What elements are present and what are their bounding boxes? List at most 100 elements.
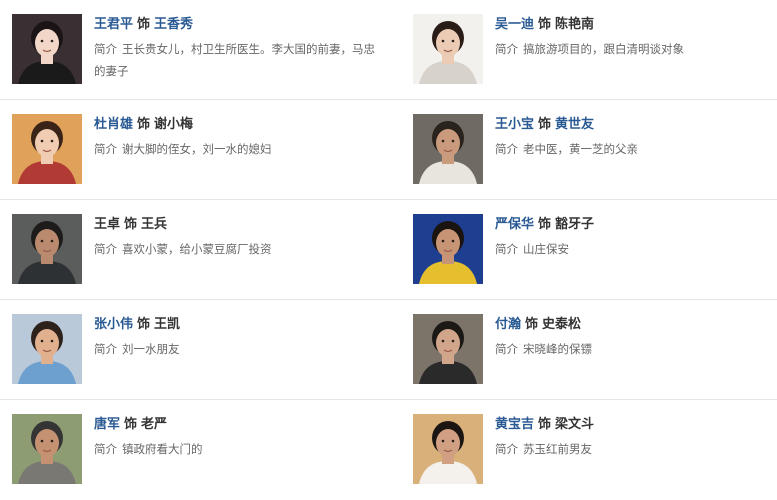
cast-card: 王小宝饰黄世友 简介 老中医，黄一芝的父亲 bbox=[413, 114, 777, 186]
cast-card: 黄宝吉饰梁文斗 简介 苏玉红前男友 bbox=[413, 414, 777, 486]
actor-photo-icon[interactable] bbox=[413, 114, 483, 184]
role-word: 饰 bbox=[137, 317, 151, 332]
description-label: 简介 bbox=[94, 42, 117, 56]
actress-photo-icon[interactable] bbox=[413, 14, 483, 84]
cast-title: 杜肖雄饰谢小梅 bbox=[94, 114, 382, 136]
cast-info: 黄宝吉饰梁文斗 简介 苏玉红前男友 bbox=[495, 414, 777, 460]
role-name: 王凯 bbox=[154, 317, 181, 332]
actor-photo-icon[interactable] bbox=[413, 214, 483, 284]
role-name-link[interactable]: 王香秀 bbox=[154, 17, 193, 32]
cast-info: 杜肖雄饰谢小梅 简介 谢大脚的侄女，刘一水的媳妇 bbox=[94, 114, 382, 160]
role-word: 饰 bbox=[137, 17, 151, 32]
photo-wrapper[interactable] bbox=[413, 14, 483, 84]
actor-name-link[interactable]: 黄宝吉 bbox=[495, 417, 534, 432]
photo-wrapper[interactable] bbox=[12, 114, 82, 184]
description-text: 老中医，黄一芝的父亲 bbox=[523, 142, 638, 156]
description-text: 王长贵女儿，村卫生所医生。李大国的前妻，马忠的妻子 bbox=[94, 42, 375, 78]
actor-name-link[interactable]: 张小伟 bbox=[94, 317, 133, 332]
role-word: 饰 bbox=[137, 117, 151, 132]
role-word: 饰 bbox=[124, 217, 138, 232]
cast-description: 简介 王长贵女儿，村卫生所医生。李大国的前妻，马忠的妻子 bbox=[94, 38, 382, 82]
role-name: 谢小梅 bbox=[154, 117, 194, 132]
cast-info: 付瀚饰史泰松 简介 宋晓峰的保镖 bbox=[495, 314, 777, 360]
cast-description: 简介 苏玉红前男友 bbox=[495, 438, 777, 460]
actor-name-link[interactable]: 王君平 bbox=[94, 17, 133, 32]
description-label: 简介 bbox=[495, 242, 518, 256]
cast-title: 张小伟饰王凯 bbox=[94, 314, 382, 336]
role-name: 老严 bbox=[141, 417, 168, 432]
cast-info: 唐军饰老严 简介 镇政府看大门的 bbox=[94, 414, 382, 460]
cast-row: 杜肖雄饰谢小梅 简介 谢大脚的侄女，刘一水的媳妇 王小宝 饰 黄世友 简介 老中… bbox=[0, 100, 777, 200]
photo-wrapper[interactable] bbox=[413, 214, 483, 284]
role-word: 饰 bbox=[538, 217, 552, 232]
description-label: 简介 bbox=[495, 142, 518, 156]
description-label: 简介 bbox=[94, 242, 117, 256]
role-name: 史泰松 bbox=[542, 317, 582, 332]
actor-name-link[interactable]: 吴一迪 bbox=[495, 17, 534, 32]
description-text: 喜欢小蒙，给小蒙豆腐厂投资 bbox=[122, 242, 272, 256]
actor-name-link[interactable]: 唐军 bbox=[94, 417, 120, 432]
description-label: 简介 bbox=[94, 442, 117, 456]
cast-card: 唐军饰老严 简介 镇政府看大门的 bbox=[12, 414, 382, 486]
actress-photo-icon[interactable] bbox=[12, 114, 82, 184]
photo-wrapper[interactable] bbox=[12, 214, 82, 284]
cast-card: 严保华饰豁牙子 简介 山庄保安 bbox=[413, 214, 777, 286]
description-label: 简介 bbox=[495, 342, 518, 356]
actor-photo-icon[interactable] bbox=[12, 314, 82, 384]
role-word: 饰 bbox=[538, 417, 552, 432]
actor-name-link[interactable]: 杜肖雄 bbox=[94, 117, 133, 132]
photo-wrapper[interactable] bbox=[413, 414, 483, 484]
role-name: 豁牙子 bbox=[555, 217, 595, 232]
cast-description: 简介 刘一水朋友 bbox=[94, 338, 382, 360]
photo-wrapper[interactable] bbox=[413, 314, 483, 384]
cast-description: 简介 山庄保安 bbox=[495, 238, 777, 260]
actor-name-link[interactable]: 严保华 bbox=[495, 217, 534, 232]
cast-card: 王君平饰王香秀 简介 王长贵女儿，村卫生所医生。李大国的前妻，马忠的妻子 bbox=[12, 14, 382, 86]
role-name-link[interactable]: 黄世友 bbox=[555, 117, 594, 132]
cast-card: 吴一迪饰陈艳南 简介 搞旅游项目的，跟白清明谈对象 bbox=[413, 14, 777, 86]
cast-list: 王君平饰王香秀 简介 王长贵女儿，村卫生所医生。李大国的前妻，马忠的妻子 吴一迪… bbox=[0, 0, 777, 500]
actor-photo-icon[interactable] bbox=[12, 414, 82, 484]
photo-wrapper[interactable] bbox=[413, 114, 483, 184]
description-label: 简介 bbox=[495, 442, 518, 456]
role-name: 梁文斗 bbox=[555, 417, 595, 432]
actor-photo-icon[interactable] bbox=[413, 314, 483, 384]
photo-wrapper[interactable] bbox=[12, 314, 82, 384]
cast-info: 吴一迪饰陈艳南 简介 搞旅游项目的，跟白清明谈对象 bbox=[495, 14, 777, 60]
actor-photo-icon[interactable] bbox=[413, 414, 483, 484]
actor-name-link[interactable]: 付瀚 bbox=[495, 317, 521, 332]
cast-title: 吴一迪饰陈艳南 bbox=[495, 14, 777, 36]
actor-name: 王卓 bbox=[94, 217, 121, 232]
cast-title: 王卓饰王兵 bbox=[94, 214, 382, 236]
actress-photo-icon[interactable] bbox=[12, 14, 82, 84]
cast-description: 简介 镇政府看大门的 bbox=[94, 438, 382, 460]
description-text: 谢大脚的侄女，刘一水的媳妇 bbox=[122, 142, 272, 156]
description-label: 简介 bbox=[94, 142, 117, 156]
description-text: 刘一水朋友 bbox=[122, 342, 180, 356]
cast-row: 唐军饰老严 简介 镇政府看大门的 黄宝吉 饰 梁文斗 简介 苏玉红前男友 bbox=[0, 400, 777, 500]
cast-card: 付瀚饰史泰松 简介 宋晓峰的保镖 bbox=[413, 314, 777, 386]
actor-photo-icon[interactable] bbox=[12, 214, 82, 284]
cast-row: 王君平饰王香秀 简介 王长贵女儿，村卫生所医生。李大国的前妻，马忠的妻子 吴一迪… bbox=[0, 0, 777, 100]
description-text: 镇政府看大门的 bbox=[122, 442, 203, 456]
description-label: 简介 bbox=[94, 342, 117, 356]
cast-title: 严保华饰豁牙子 bbox=[495, 214, 777, 236]
description-text: 搞旅游项目的，跟白清明谈对象 bbox=[523, 42, 684, 56]
cast-title: 王君平饰王香秀 bbox=[94, 14, 382, 36]
photo-wrapper[interactable] bbox=[12, 14, 82, 84]
description-text: 山庄保安 bbox=[523, 242, 569, 256]
description-text: 苏玉红前男友 bbox=[523, 442, 592, 456]
cast-card: 张小伟饰王凯 简介 刘一水朋友 bbox=[12, 314, 382, 386]
role-word: 饰 bbox=[538, 117, 552, 132]
cast-info: 王卓饰王兵 简介 喜欢小蒙，给小蒙豆腐厂投资 bbox=[94, 214, 382, 260]
photo-wrapper[interactable] bbox=[12, 414, 82, 484]
cast-card: 王卓饰王兵 简介 喜欢小蒙，给小蒙豆腐厂投资 bbox=[12, 214, 382, 286]
cast-description: 简介 宋晓峰的保镖 bbox=[495, 338, 777, 360]
cast-info: 王君平饰王香秀 简介 王长贵女儿，村卫生所医生。李大国的前妻，马忠的妻子 bbox=[94, 14, 382, 82]
actor-name-link[interactable]: 王小宝 bbox=[495, 117, 534, 132]
role-word: 饰 bbox=[525, 317, 539, 332]
role-name: 王兵 bbox=[141, 217, 168, 232]
cast-card: 杜肖雄饰谢小梅 简介 谢大脚的侄女，刘一水的媳妇 bbox=[12, 114, 382, 186]
cast-info: 王小宝饰黄世友 简介 老中医，黄一芝的父亲 bbox=[495, 114, 777, 160]
cast-description: 简介 搞旅游项目的，跟白清明谈对象 bbox=[495, 38, 777, 60]
